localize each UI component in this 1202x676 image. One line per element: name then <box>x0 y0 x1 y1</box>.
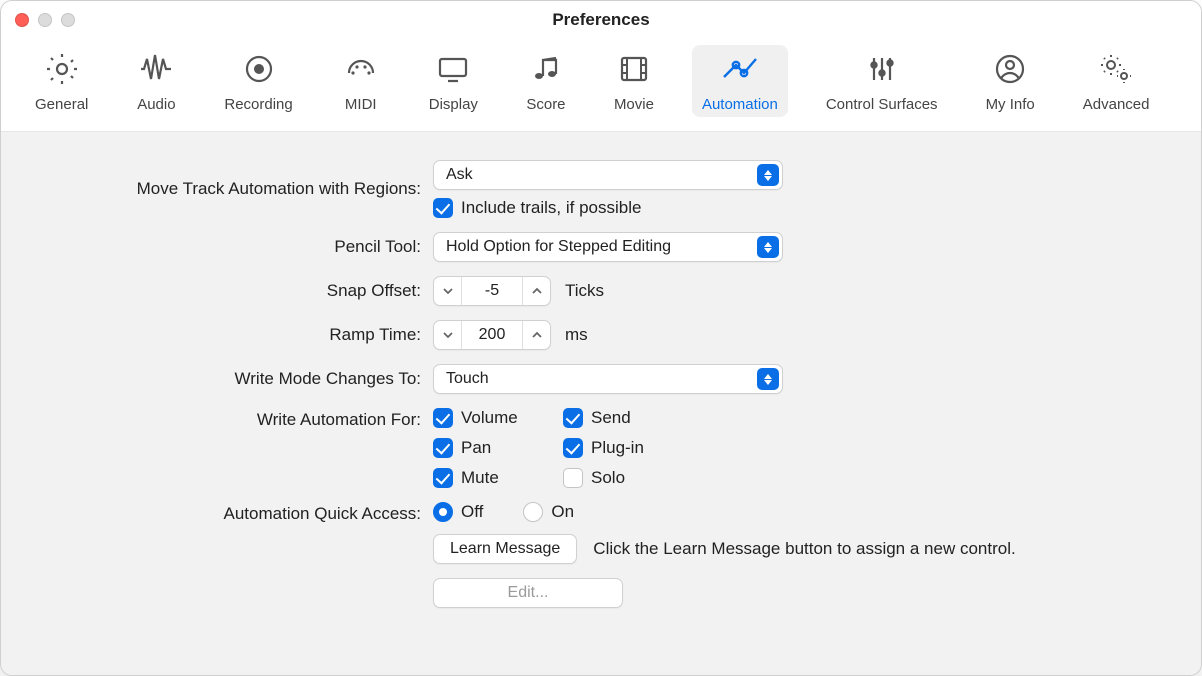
titlebar: Preferences <box>1 1 1201 39</box>
pan-checkbox[interactable]: Pan <box>433 438 563 458</box>
ramp-time-unit: ms <box>565 325 588 345</box>
learn-message-hint: Click the Learn Message button to assign… <box>593 539 1015 559</box>
include-trails-checkbox[interactable]: Include trails, if possible <box>433 198 1171 218</box>
checkbox-label: Plug-in <box>591 438 644 458</box>
toolbar-label: MIDI <box>345 96 377 113</box>
toolbar-label: General <box>35 96 88 113</box>
move-track-label: Move Track Automation with Regions: <box>31 179 421 199</box>
toolbar-label: Score <box>526 96 565 113</box>
checkbox-icon <box>563 468 583 488</box>
chevron-down-icon[interactable] <box>434 277 462 305</box>
select-value: Touch <box>446 370 489 388</box>
toolbar-item-control-surfaces[interactable]: Control Surfaces <box>816 45 948 117</box>
waveform-icon <box>136 51 176 92</box>
toolbar-label: Recording <box>224 96 292 113</box>
toolbar-item-audio[interactable]: Audio <box>126 45 186 117</box>
edit-button[interactable]: Edit... <box>433 578 623 608</box>
toolbar-item-score[interactable]: Score <box>516 45 576 117</box>
content-area: Move Track Automation with Regions: Ask … <box>1 132 1201 675</box>
gears-icon <box>1096 51 1136 92</box>
write-mode-select[interactable]: Touch <box>433 364 783 394</box>
write-mode-label: Write Mode Changes To: <box>31 369 421 389</box>
checkbox-label: Pan <box>461 438 491 458</box>
pencil-tool-label: Pencil Tool: <box>31 237 421 257</box>
preferences-window: Preferences General Audio Recording MIDI <box>0 0 1202 676</box>
radio-icon <box>523 502 543 522</box>
chevron-down-icon[interactable] <box>434 321 462 349</box>
radio-label: Off <box>461 502 483 522</box>
gear-icon <box>42 51 82 92</box>
radio-label: On <box>551 502 574 522</box>
volume-checkbox[interactable]: Volume <box>433 408 563 428</box>
snap-offset-stepper[interactable]: -5 <box>433 276 551 306</box>
updown-icon <box>757 164 779 186</box>
ramp-time-stepper[interactable]: 200 <box>433 320 551 350</box>
write-automation-label: Write Automation For: <box>31 408 421 430</box>
film-icon <box>614 51 654 92</box>
snap-offset-label: Snap Offset: <box>31 281 421 301</box>
solo-checkbox[interactable]: Solo <box>563 468 723 488</box>
automation-icon <box>720 51 760 92</box>
score-icon <box>526 51 566 92</box>
stepper-value: -5 <box>462 282 522 300</box>
plugin-checkbox[interactable]: Plug-in <box>563 438 723 458</box>
checkbox-label: Volume <box>461 408 518 428</box>
quick-access-off-radio[interactable]: Off <box>433 502 483 522</box>
window-title: Preferences <box>1 10 1201 30</box>
select-value: Hold Option for Stepped Editing <box>446 238 671 256</box>
chevron-up-icon[interactable] <box>522 277 550 305</box>
traffic-lights <box>15 13 75 27</box>
quick-access-label: Automation Quick Access: <box>31 502 421 524</box>
checkbox-label: Include trails, if possible <box>461 198 641 218</box>
toolbar-label: Audio <box>137 96 175 113</box>
checkbox-label: Solo <box>591 468 625 488</box>
quick-access-on-radio[interactable]: On <box>523 502 574 522</box>
toolbar-item-automation[interactable]: Automation <box>692 45 788 117</box>
toolbar-label: Advanced <box>1083 96 1150 113</box>
midi-icon <box>341 51 381 92</box>
checkbox-icon <box>433 198 453 218</box>
toolbar-item-general[interactable]: General <box>25 45 98 117</box>
checkbox-icon <box>433 438 453 458</box>
updown-icon <box>757 236 779 258</box>
toolbar-item-midi[interactable]: MIDI <box>331 45 391 117</box>
sliders-icon <box>862 51 902 92</box>
record-icon <box>239 51 279 92</box>
ramp-time-label: Ramp Time: <box>31 325 421 345</box>
mute-checkbox[interactable]: Mute <box>433 468 563 488</box>
checkbox-icon <box>433 468 453 488</box>
send-checkbox[interactable]: Send <box>563 408 723 428</box>
toolbar-label: Automation <box>702 96 778 113</box>
close-button[interactable] <box>15 13 29 27</box>
toolbar-label: Display <box>429 96 478 113</box>
person-icon <box>990 51 1030 92</box>
pencil-tool-select[interactable]: Hold Option for Stepped Editing <box>433 232 783 262</box>
toolbar-label: My Info <box>986 96 1035 113</box>
toolbar-item-recording[interactable]: Recording <box>214 45 302 117</box>
display-icon <box>433 51 473 92</box>
select-value: Ask <box>446 166 473 184</box>
zoom-button[interactable] <box>61 13 75 27</box>
checkbox-icon <box>563 408 583 428</box>
move-track-select[interactable]: Ask <box>433 160 783 190</box>
chevron-up-icon[interactable] <box>522 321 550 349</box>
checkbox-label: Mute <box>461 468 499 488</box>
toolbar-item-advanced[interactable]: Advanced <box>1073 45 1160 117</box>
checkbox-icon <box>433 408 453 428</box>
toolbar-item-my-info[interactable]: My Info <box>976 45 1045 117</box>
stepper-value: 200 <box>462 326 522 344</box>
learn-message-button[interactable]: Learn Message <box>433 534 577 564</box>
toolbar: General Audio Recording MIDI Display <box>1 39 1201 132</box>
toolbar-item-display[interactable]: Display <box>419 45 488 117</box>
checkbox-icon <box>563 438 583 458</box>
checkbox-label: Send <box>591 408 631 428</box>
minimize-button[interactable] <box>38 13 52 27</box>
radio-icon <box>433 502 453 522</box>
toolbar-item-movie[interactable]: Movie <box>604 45 664 117</box>
toolbar-label: Control Surfaces <box>826 96 938 113</box>
snap-offset-unit: Ticks <box>565 281 604 301</box>
updown-icon <box>757 368 779 390</box>
toolbar-label: Movie <box>614 96 654 113</box>
